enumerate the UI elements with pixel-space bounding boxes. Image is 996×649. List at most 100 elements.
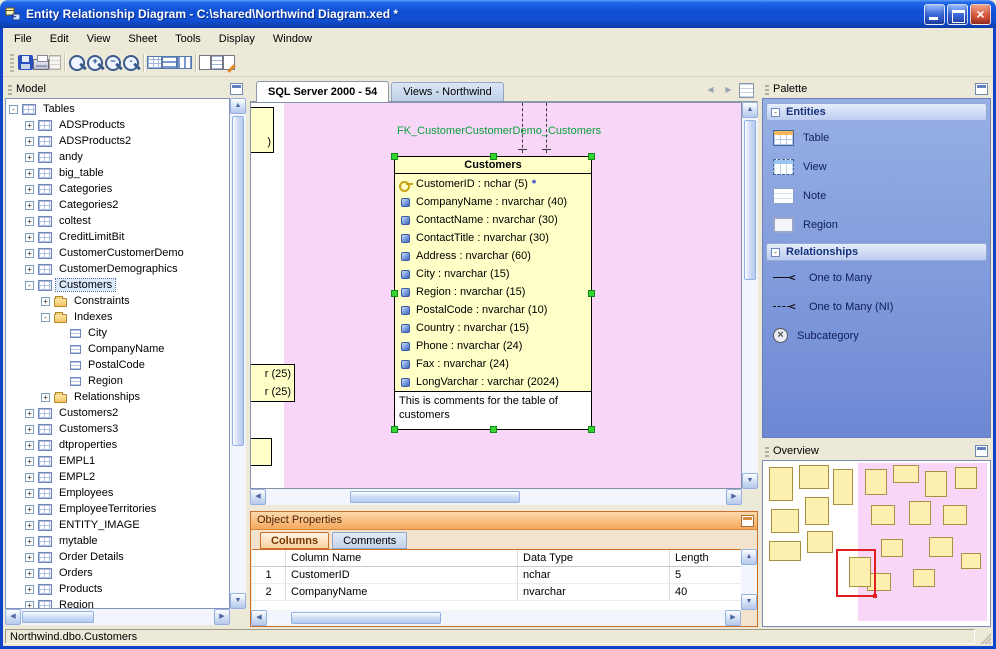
tab-sql-server-2000-54[interactable]: SQL Server 2000 - 54 bbox=[256, 81, 390, 102]
overview-viewport[interactable] bbox=[836, 549, 877, 598]
scroll-left-button[interactable]: ◀ bbox=[5, 609, 21, 625]
maximize-button[interactable] bbox=[947, 3, 968, 25]
tree-expander-icon[interactable]: + bbox=[25, 136, 34, 146]
selection-handle[interactable] bbox=[391, 153, 398, 160]
tree-expander-icon[interactable]: + bbox=[25, 232, 34, 242]
tree-item[interactable]: + Orders bbox=[6, 565, 229, 581]
palette-item-view[interactable]: View bbox=[763, 152, 990, 181]
scroll-up-button[interactable]: ▲ bbox=[742, 102, 758, 118]
tree-expander-icon[interactable]: + bbox=[25, 472, 34, 482]
collapse-section-icon[interactable]: - bbox=[771, 107, 780, 117]
toolbar-separator[interactable] bbox=[192, 52, 199, 74]
entity-field-row[interactable]: Address : nvarchar (60) bbox=[395, 247, 591, 265]
palette-item-region[interactable]: Region bbox=[763, 210, 990, 239]
entity-field-row[interactable]: LongVarchar : varchar (2024) bbox=[395, 373, 591, 391]
tree-item[interactable]: + andy bbox=[6, 149, 229, 165]
scroll-left-button[interactable]: ◀ bbox=[250, 489, 266, 505]
canvas-horizontal-scrollbar[interactable]: ◀ ▶ bbox=[250, 489, 742, 505]
tree-expander-icon[interactable]: + bbox=[25, 168, 34, 178]
palette-item-one-to-many-ni[interactable]: One to Many (NI) bbox=[763, 292, 990, 321]
overview-minimap[interactable] bbox=[762, 460, 991, 627]
selection-handle[interactable] bbox=[490, 153, 497, 160]
tree-item[interactable]: + dtproperties bbox=[6, 437, 229, 453]
model-horizontal-scrollbar[interactable]: ◀ ▶ bbox=[5, 609, 230, 625]
save-button[interactable] bbox=[18, 55, 33, 70]
palette-section-entities[interactable]: - Entities bbox=[766, 103, 987, 121]
tree-item[interactable]: + EMPL2 bbox=[6, 469, 229, 485]
menu-tools[interactable]: Tools bbox=[166, 30, 210, 48]
entity-comment[interactable]: This is comments for the table of custom… bbox=[395, 391, 591, 429]
scroll-thumb[interactable] bbox=[291, 612, 441, 624]
tree-item[interactable]: + Products bbox=[6, 581, 229, 597]
sheet-edit-button[interactable] bbox=[223, 55, 235, 70]
tree-item[interactable]: + big_table bbox=[6, 165, 229, 181]
tree-expander-icon[interactable]: + bbox=[25, 424, 34, 434]
selection-handle[interactable] bbox=[588, 290, 595, 297]
tree-expander-icon[interactable]: + bbox=[25, 584, 34, 594]
print-preview-button[interactable] bbox=[49, 55, 61, 70]
tree-expander-icon[interactable]: - bbox=[9, 104, 18, 114]
tree-expander-icon[interactable]: + bbox=[25, 536, 34, 546]
tree-expander-icon[interactable]: + bbox=[25, 504, 34, 514]
scroll-right-button[interactable]: ▶ bbox=[725, 610, 741, 626]
entity-field-row[interactable]: CustomerID : nchar (5) * bbox=[395, 175, 591, 193]
tree-expander-icon[interactable]: - bbox=[25, 280, 34, 290]
selection-handle[interactable] bbox=[588, 426, 595, 433]
tree-item[interactable]: + Relationships bbox=[6, 389, 229, 405]
toolbar-separator[interactable] bbox=[61, 52, 68, 74]
tree-item[interactable]: - Indexes bbox=[6, 309, 229, 325]
tree-item[interactable]: + Region bbox=[6, 597, 229, 608]
tree-item[interactable]: City bbox=[6, 325, 229, 341]
scroll-left-button[interactable]: ◀ bbox=[251, 610, 267, 626]
selection-handle[interactable] bbox=[391, 290, 398, 297]
collapse-section-icon[interactable]: - bbox=[771, 247, 780, 257]
menu-display[interactable]: Display bbox=[210, 30, 264, 48]
tree-item[interactable]: + CreditLimitBit bbox=[6, 229, 229, 245]
selection-handle[interactable] bbox=[588, 153, 595, 160]
palette-item-subcategory[interactable]: Subcategory bbox=[763, 321, 990, 350]
tree-expander-icon[interactable] bbox=[57, 377, 66, 386]
sheet-grid-button[interactable] bbox=[211, 55, 223, 70]
scroll-right-button[interactable]: ▶ bbox=[726, 489, 742, 505]
entity-field-row[interactable]: Fax : nvarchar (24) bbox=[395, 355, 591, 373]
tree-item[interactable]: + ADSProducts2 bbox=[6, 133, 229, 149]
model-vertical-scrollbar[interactable]: ▲ ▼ bbox=[230, 98, 246, 609]
entity-field-row[interactable]: Phone : nvarchar (24) bbox=[395, 337, 591, 355]
tree-expander-icon[interactable]: - bbox=[41, 312, 50, 322]
tree-item[interactable]: PostalCode bbox=[6, 357, 229, 373]
tree-expander-icon[interactable]: + bbox=[25, 440, 34, 450]
palette-item-one-to-many[interactable]: One to Many bbox=[763, 263, 990, 292]
scroll-up-button[interactable]: ▲ bbox=[741, 549, 757, 565]
length-header[interactable]: Length bbox=[670, 550, 741, 566]
scroll-down-button[interactable]: ▼ bbox=[230, 593, 246, 609]
tree-item[interactable]: + mytable bbox=[6, 533, 229, 549]
tree-item[interactable]: + Categories bbox=[6, 181, 229, 197]
tree-expander-icon[interactable]: + bbox=[25, 520, 34, 530]
tree-item[interactable]: + ADSProducts bbox=[6, 117, 229, 133]
tree-expander-icon[interactable]: + bbox=[41, 296, 50, 306]
tree-expander-icon[interactable]: + bbox=[25, 152, 34, 162]
clipped-entity[interactable] bbox=[251, 438, 272, 466]
diagram-canvas[interactable]: ) r (25) r (25) FK_CustomerCustomerDemo_… bbox=[250, 102, 742, 489]
tree-expander-icon[interactable]: + bbox=[25, 248, 34, 258]
minimize-button[interactable] bbox=[924, 3, 945, 25]
properties-horizontal-scrollbar[interactable]: ◀ ▶ bbox=[251, 610, 741, 626]
tree-expander-icon[interactable] bbox=[57, 345, 66, 354]
tree-item[interactable]: + CustomerCustomerDemo bbox=[6, 245, 229, 261]
toolbar-separator[interactable] bbox=[140, 52, 147, 74]
scroll-right-button[interactable]: ▶ bbox=[214, 609, 230, 625]
relationship-label[interactable]: FK_CustomerCustomerDemo_Customers bbox=[397, 125, 601, 137]
menu-edit[interactable]: Edit bbox=[41, 30, 78, 48]
grid-row[interactable]: 2 CompanyName nvarchar 40 bbox=[252, 584, 741, 601]
scroll-thumb[interactable] bbox=[744, 120, 756, 280]
properties-vertical-scrollbar[interactable]: ▲ ▼ bbox=[741, 549, 757, 610]
previous-sheet-button[interactable]: ◀ bbox=[703, 83, 718, 98]
tree-expander-icon[interactable]: + bbox=[25, 600, 34, 608]
scroll-thumb[interactable] bbox=[22, 611, 94, 623]
selection-handle[interactable] bbox=[391, 426, 398, 433]
sheet-list-button[interactable] bbox=[739, 83, 754, 98]
tab-views-northwind[interactable]: Views - Northwind bbox=[391, 82, 504, 101]
tree-expander-icon[interactable]: + bbox=[41, 392, 50, 402]
zoom-area-button[interactable] bbox=[122, 54, 140, 72]
menu-sheet[interactable]: Sheet bbox=[119, 30, 166, 48]
